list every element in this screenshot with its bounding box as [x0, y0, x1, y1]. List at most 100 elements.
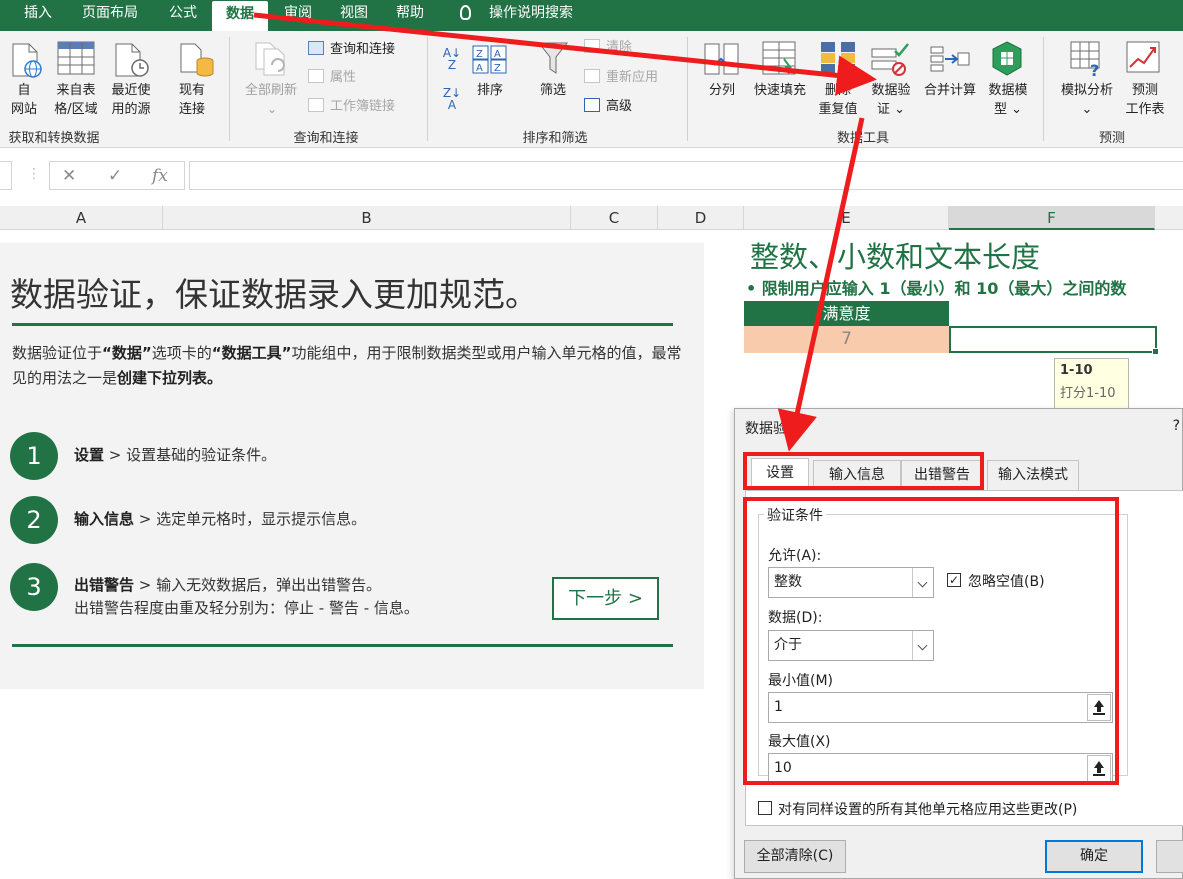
remove-duplicates-button[interactable]: 删除 重复值	[812, 81, 864, 119]
dialog-tab-ime-mode[interactable]: 输入法模式	[987, 460, 1079, 490]
sort-za-icon[interactable]: Z↓ A	[441, 87, 463, 111]
formula-input[interactable]	[189, 161, 1183, 190]
tab-page-layout[interactable]: 页面布局	[74, 0, 146, 31]
sheet-heading: 整数、小数和文本长度	[750, 240, 1041, 274]
data-validation-button[interactable]: 数据验 证 ⌄	[864, 81, 918, 119]
tell-me-search[interactable]: 操作说明搜索	[460, 0, 600, 31]
splitter-dots-icon[interactable]: ⋮	[27, 166, 41, 182]
consolidate-button[interactable]: 合并计算	[918, 81, 982, 100]
advanced-filter-icon	[584, 98, 600, 112]
text-to-columns-icon	[704, 43, 739, 75]
svg-text:Z: Z	[494, 63, 501, 74]
ok-button[interactable]: 确定	[1045, 840, 1143, 873]
advanced-filter-button[interactable]: 高级	[584, 97, 632, 117]
step-1-badge: 1	[10, 432, 58, 480]
panel-title: 数据验证，保证数据录入更加规范。	[10, 275, 538, 314]
column-header-row: A B C D E F	[0, 206, 1183, 230]
properties-button[interactable]: 属性	[308, 68, 356, 88]
edit-links-button[interactable]: 工作簿链接	[308, 97, 395, 117]
from-table-button[interactable]: 来自表 格/区域	[47, 81, 105, 119]
name-box[interactable]	[0, 161, 12, 190]
from-web-button[interactable]: 自 网站	[2, 81, 46, 119]
input-message-tooltip: 1-10 打分1-10	[1054, 358, 1129, 410]
refresh-all-button[interactable]: 全部刷新	[238, 81, 304, 100]
refresh-all-icon	[255, 42, 285, 76]
queries-connections-label: 查询和连接	[330, 42, 396, 57]
what-if-icon: ?	[1070, 41, 1100, 77]
desc-text-b: “数据”	[102, 344, 152, 362]
clear-filter-icon	[584, 39, 600, 53]
step-1-title: 设置	[74, 446, 105, 464]
group-get-transform-label: 获取和转换数据	[8, 131, 100, 146]
clear-filter-label: 清除	[606, 40, 633, 55]
column-header-d[interactable]: D	[658, 206, 744, 230]
filter-button[interactable]: 筛选	[530, 81, 576, 100]
ribbon: 自 网站 来自表 格/区域 最近使 用的源 现有 连接 获取和转换数据 全部刷新…	[0, 31, 1183, 148]
column-header-b[interactable]: B	[163, 206, 571, 230]
svg-text:Z: Z	[476, 49, 483, 60]
apply-all-checkbox[interactable]	[758, 801, 772, 815]
svg-text:A: A	[476, 63, 483, 74]
tab-help[interactable]: 帮助	[384, 0, 436, 31]
table-range-icon	[57, 41, 95, 75]
forecast-sheet-button[interactable]: 预测 工作表	[1118, 81, 1172, 119]
tab-insert[interactable]: 插入	[12, 0, 64, 31]
step-2-text: 输入信息 > 选定单元格时，显示提示信息。	[74, 508, 366, 531]
web-source-icon	[12, 43, 42, 78]
tutorial-panel: 数据验证，保证数据录入更加规范。 数据验证位于“数据”选项卡的“数据工具”功能组…	[0, 243, 704, 689]
group-sort-filter-label: 排序和筛选	[522, 131, 588, 146]
queries-panel-icon	[308, 41, 324, 55]
group-separator	[1043, 37, 1044, 141]
tabs-highlight-box	[743, 452, 984, 490]
step-3-desc: > 输入无效数据后，弹出出错警告。	[134, 576, 382, 594]
dialog-title: 数据验证	[745, 421, 801, 437]
recent-sources-button[interactable]: 最近使 用的源	[104, 81, 158, 119]
group-data-tools-label: 数据工具	[836, 131, 889, 146]
formula-bar: ⋮ ✕ ✓ fx	[0, 148, 1183, 206]
column-header-e[interactable]: E	[744, 206, 949, 230]
panel-description: 数据验证位于“数据”选项卡的“数据工具”功能组中，用于限制数据类型或用户输入单元…	[12, 341, 682, 391]
sort-button[interactable]: 排序	[470, 81, 510, 100]
tab-review[interactable]: 审阅	[272, 0, 324, 31]
clear-all-button[interactable]: 全部清除(C)	[744, 840, 846, 873]
sort-az-icon[interactable]: A↓ Z	[441, 47, 463, 71]
tooltip-body: 打分1-10	[1060, 386, 1116, 401]
insert-function-icon[interactable]: fx	[152, 166, 168, 186]
step-3-badge: 3	[10, 563, 58, 611]
panel-divider-top	[12, 323, 673, 326]
clear-filter-button[interactable]: 清除	[584, 38, 632, 58]
active-cell[interactable]	[949, 326, 1159, 355]
desc-text-f: 创建下拉列表。	[117, 369, 223, 387]
svg-text:A: A	[494, 49, 501, 60]
enter-icon[interactable]: ✓	[108, 166, 122, 186]
flash-fill-button[interactable]: 快速填充	[746, 81, 814, 100]
step-3-text: 出错警告 > 输入无效数据后，弹出出错警告。 出错警告程度由重及轻分别为：停止 -…	[74, 574, 419, 620]
column-header-f[interactable]: F	[949, 206, 1155, 230]
step-2-badge: 2	[10, 496, 58, 544]
dialog-help-button[interactable]: ?	[1173, 418, 1180, 434]
criteria-highlight-box	[743, 497, 1119, 785]
existing-connections-button[interactable]: 现有 连接	[170, 81, 214, 119]
column-header-c[interactable]: C	[571, 206, 658, 230]
column-header-a[interactable]: A	[0, 206, 163, 230]
consolidate-icon	[930, 46, 970, 72]
filter-icon	[537, 42, 569, 74]
queries-connections-button[interactable]: 查询和连接	[308, 40, 395, 60]
edit-links-label: 工作簿链接	[330, 99, 396, 114]
tab-view[interactable]: 视图	[328, 0, 380, 31]
next-step-button[interactable]: 下一步 >	[552, 577, 659, 620]
reapply-button[interactable]: 重新应用	[584, 68, 658, 88]
cancel-button[interactable]	[1156, 840, 1183, 873]
panel-divider-bottom	[12, 644, 673, 647]
what-if-button[interactable]: 模拟分析 ⌄	[1052, 81, 1122, 119]
cancel-icon[interactable]: ✕	[62, 166, 76, 186]
table-header-cell[interactable]: 满意度	[744, 301, 949, 326]
tab-data[interactable]: 数据	[212, 1, 268, 31]
tab-formulas[interactable]: 公式	[157, 0, 209, 31]
remove-duplicates-icon	[821, 42, 855, 74]
edit-links-icon	[308, 98, 324, 112]
data-model-button[interactable]: 数据模 型 ⌄	[982, 81, 1034, 119]
step-1-desc: > 设置基础的验证条件。	[104, 446, 277, 464]
text-to-columns-button[interactable]: 分列	[700, 81, 744, 100]
table-value-cell[interactable]: 7	[744, 326, 949, 353]
